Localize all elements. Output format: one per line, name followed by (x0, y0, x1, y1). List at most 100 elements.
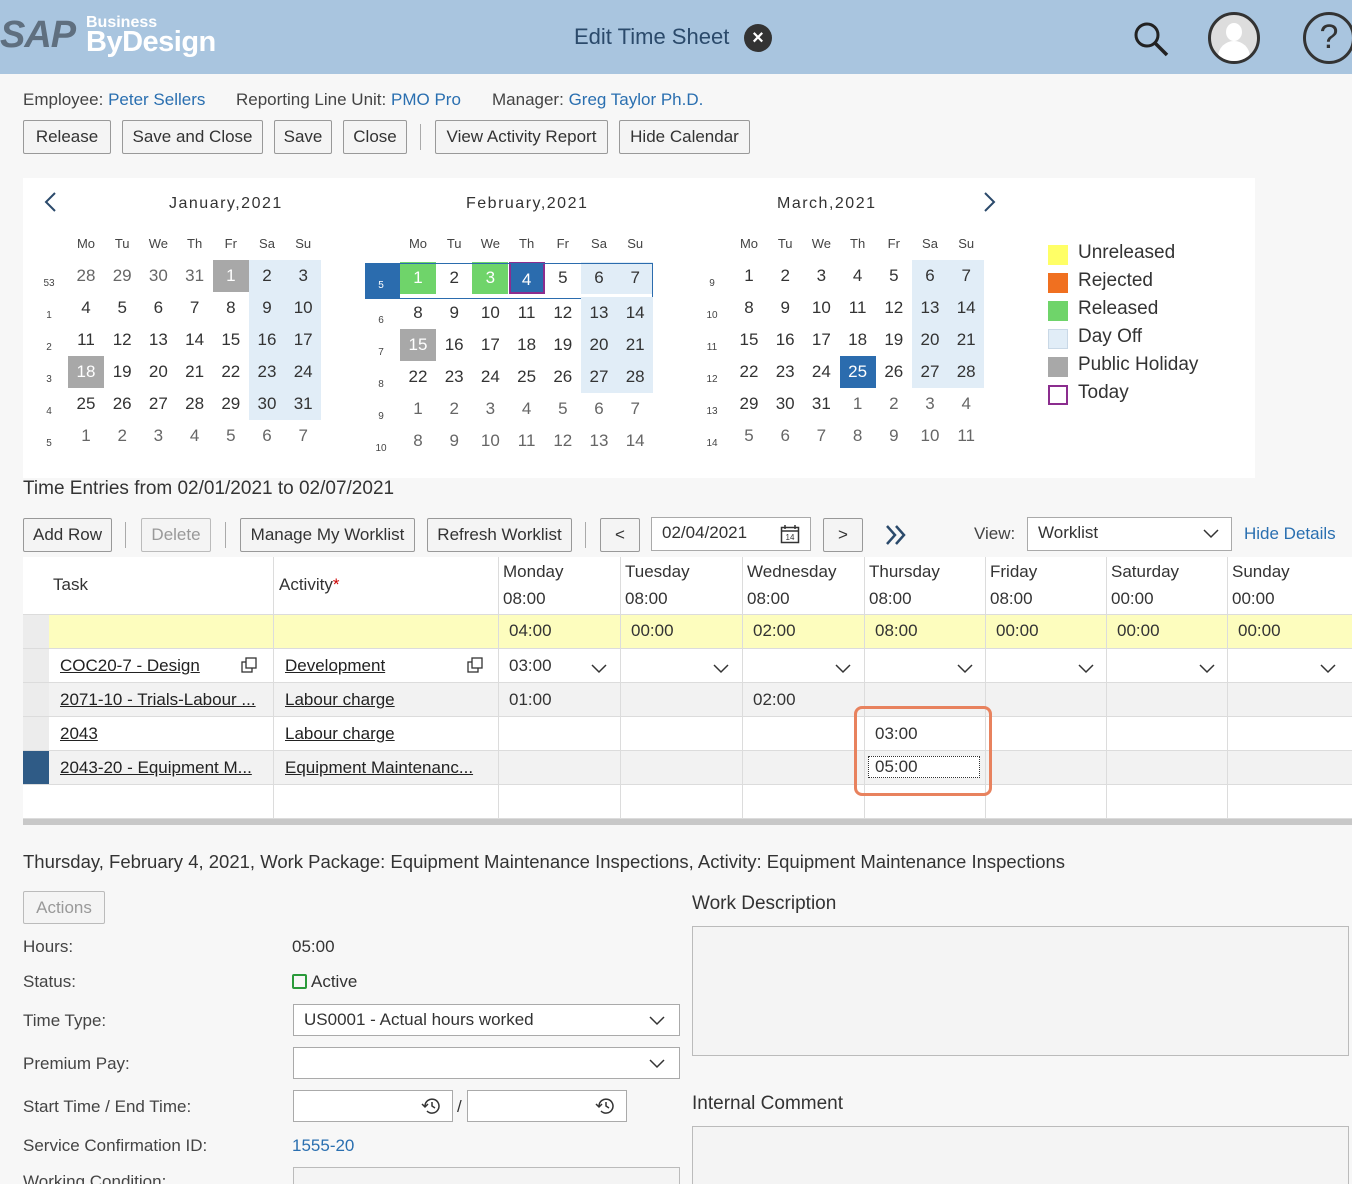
help-icon[interactable]: ? (1303, 12, 1352, 64)
calendar-day[interactable]: 7 (803, 420, 839, 452)
calendar-day[interactable]: 5 (213, 420, 249, 452)
chevron-down-icon[interactable] (1199, 660, 1215, 674)
calendar-day[interactable]: 5 (731, 420, 767, 452)
week-number[interactable]: 11 (702, 342, 722, 353)
calendar-day[interactable]: 2 (767, 260, 803, 292)
calendar-day[interactable]: 25 (509, 361, 545, 393)
chevron-down-icon[interactable] (1078, 660, 1094, 674)
calendar-day[interactable]: 11 (509, 425, 545, 457)
activity-link[interactable]: Labour charge (285, 724, 395, 744)
calendar-day[interactable]: 28 (948, 356, 985, 388)
delete-button[interactable]: Delete (141, 518, 211, 552)
calendar-day[interactable]: 1 (68, 420, 104, 452)
work-description-textarea[interactable] (692, 926, 1349, 1056)
close-icon[interactable]: × (744, 24, 772, 52)
calendar-day[interactable]: 12 (876, 292, 912, 324)
calendar-day[interactable]: 24 (472, 361, 508, 393)
clock-history-icon[interactable] (594, 1096, 616, 1116)
row-selector[interactable] (23, 649, 49, 682)
calendar-day[interactable]: 10 (803, 292, 839, 324)
calendar-day[interactable]: 3 (472, 393, 508, 425)
calendar-day[interactable]: 5 (876, 260, 912, 292)
calendar-day[interactable]: 15 (400, 329, 436, 361)
week-number[interactable]: 1 (39, 310, 59, 321)
calendar-day[interactable]: 6 (912, 260, 948, 292)
hours-cell[interactable]: 03:00 (509, 656, 552, 676)
calendar-day[interactable]: 9 (876, 420, 912, 452)
calendar-day[interactable]: 24 (803, 356, 839, 388)
calendar-day[interactable]: 16 (436, 329, 472, 361)
task-open-icon[interactable] (241, 657, 257, 673)
chevron-down-icon[interactable] (1320, 660, 1336, 674)
calendar-day[interactable]: 16 (767, 324, 803, 356)
calendar-day[interactable]: 26 (876, 356, 912, 388)
week-number[interactable]: 6 (371, 315, 391, 326)
chevron-down-icon[interactable] (957, 660, 973, 674)
calendar-day[interactable]: 14 (948, 292, 985, 324)
calendar-day[interactable]: 8 (400, 297, 436, 329)
calendar-day[interactable]: 21 (617, 329, 654, 361)
employee-link[interactable]: Peter Sellers (108, 90, 205, 109)
calendar-day[interactable]: 1 (400, 262, 436, 294)
week-number[interactable]: 14 (702, 438, 722, 449)
task-link[interactable]: 2043-20 - Equipment M... (60, 758, 252, 778)
calendar-day[interactable]: 7 (177, 292, 213, 324)
week-number[interactable]: 12 (702, 374, 722, 385)
week-number[interactable]: 3 (39, 374, 59, 385)
rlu-link[interactable]: PMO Pro (391, 90, 461, 109)
row-selector[interactable] (23, 615, 49, 648)
calendar-day[interactable]: 20 (140, 356, 176, 388)
calendar-day[interactable]: 22 (731, 356, 767, 388)
calendar-day[interactable]: 30 (249, 388, 285, 420)
calendar-day[interactable]: 7 (617, 262, 654, 294)
calendar-day[interactable]: 29 (731, 388, 767, 420)
calendar-day[interactable]: 15 (213, 324, 249, 356)
task-link[interactable]: COC20-7 - Design (60, 656, 200, 676)
week-number[interactable]: 10 (702, 310, 722, 321)
prev-week-button[interactable]: < (600, 518, 640, 552)
hide-calendar-button[interactable]: Hide Calendar (619, 120, 750, 154)
calendar-day[interactable]: 10 (472, 297, 508, 329)
calendar-day[interactable]: 5 (545, 262, 581, 294)
calendar-day[interactable]: 5 (545, 393, 581, 425)
activity-link[interactable]: Equipment Maintenanc... (285, 758, 473, 778)
calendar-day[interactable]: 29 (104, 260, 140, 292)
chevron-right-icon[interactable] (981, 190, 997, 221)
calendar-day[interactable]: 28 (177, 388, 213, 420)
calendar-day[interactable]: 2 (876, 388, 912, 420)
calendar-day[interactable]: 10 (912, 420, 948, 452)
double-chevron-right-icon[interactable] (883, 523, 909, 547)
calendar-day[interactable]: 13 (581, 297, 617, 329)
clock-history-icon[interactable] (420, 1096, 442, 1116)
task-link[interactable]: 2043 (60, 724, 98, 744)
calendar-day[interactable]: 5 (104, 292, 140, 324)
calendar-day[interactable]: 18 (509, 329, 545, 361)
calendar-day[interactable]: 1 (731, 260, 767, 292)
calendar-day[interactable]: 12 (104, 324, 140, 356)
week-number[interactable]: 53 (39, 278, 59, 289)
week-number[interactable]: 13 (702, 406, 722, 417)
save-and-close-button[interactable]: Save and Close (122, 120, 263, 154)
start-time-field[interactable] (293, 1090, 453, 1122)
calendar-day[interactable]: 13 (581, 425, 617, 457)
chevron-down-icon[interactable] (591, 660, 607, 674)
calendar-day[interactable]: 18 (68, 356, 104, 388)
view-activity-report-button[interactable]: View Activity Report (435, 120, 608, 154)
hours-cell[interactable]: 01:00 (509, 690, 552, 710)
internal-comment-textarea[interactable] (692, 1126, 1349, 1184)
week-number[interactable]: 4 (39, 406, 59, 417)
calendar-day[interactable]: 7 (285, 420, 321, 452)
calendar-day[interactable]: 2 (436, 393, 472, 425)
calendar-day[interactable]: 11 (948, 420, 984, 452)
calendar-day[interactable]: 12 (545, 425, 581, 457)
calendar-day[interactable]: 4 (508, 262, 545, 294)
calendar-day[interactable]: 7 (617, 393, 653, 425)
calendar-day[interactable]: 6 (249, 420, 285, 452)
calendar-day[interactable]: 30 (767, 388, 803, 420)
calendar-day[interactable]: 31 (285, 388, 322, 420)
row-selector[interactable] (23, 683, 49, 716)
calendar-day[interactable]: 11 (509, 297, 545, 329)
week-number[interactable]: 9 (371, 411, 391, 422)
week-number[interactable]: 2 (39, 342, 59, 353)
calendar-day[interactable]: 1 (840, 388, 876, 420)
